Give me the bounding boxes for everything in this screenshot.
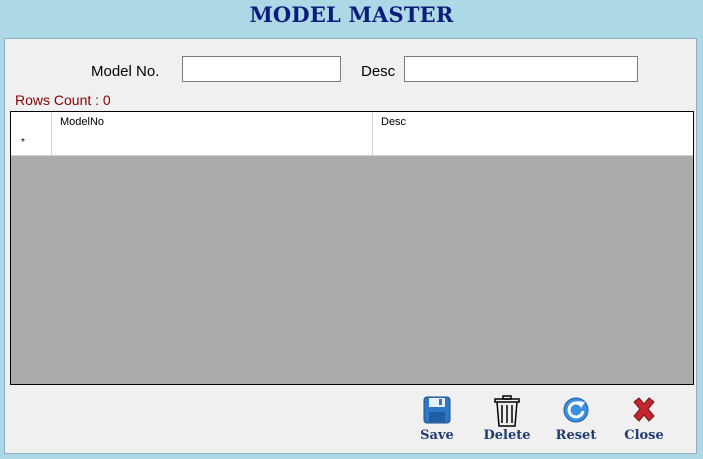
desc-input[interactable] xyxy=(404,56,638,82)
column-header-desc[interactable]: Desc xyxy=(373,112,693,133)
rows-count-label: Rows Count : 0 xyxy=(15,92,111,108)
models-grid[interactable]: ModelNo Desc * xyxy=(10,111,694,385)
reset-button[interactable]: Reset xyxy=(546,395,606,445)
desc-label: Desc xyxy=(361,63,396,80)
grid-header-row: ModelNo Desc xyxy=(11,112,693,134)
trash-icon xyxy=(477,395,537,429)
row-header-cell[interactable]: * xyxy=(11,133,52,155)
refresh-icon xyxy=(546,395,606,429)
save-button[interactable]: Save xyxy=(407,395,467,445)
grid-new-row[interactable]: * xyxy=(11,133,693,156)
delete-label: Delete xyxy=(483,428,531,443)
close-icon xyxy=(614,395,674,429)
page-title: MODEL MASTER xyxy=(249,2,454,27)
model-no-label: Model No. xyxy=(91,63,160,80)
new-row-marker-icon: * xyxy=(21,137,25,148)
close-label: Close xyxy=(624,428,664,443)
new-row-modelno-cell[interactable] xyxy=(52,133,373,155)
reset-label: Reset xyxy=(555,428,597,443)
save-icon xyxy=(407,395,467,429)
model-no-input[interactable] xyxy=(182,56,341,82)
column-header-modelno[interactable]: ModelNo xyxy=(52,112,373,133)
main-panel: Model No. Desc Rows Count : 0 ModelNo De… xyxy=(4,38,697,454)
close-button[interactable]: Close xyxy=(614,395,674,445)
delete-button[interactable]: Delete xyxy=(477,395,537,445)
save-label: Save xyxy=(420,428,454,443)
grid-corner-header[interactable] xyxy=(11,112,52,133)
new-row-desc-cell[interactable] xyxy=(373,133,693,155)
